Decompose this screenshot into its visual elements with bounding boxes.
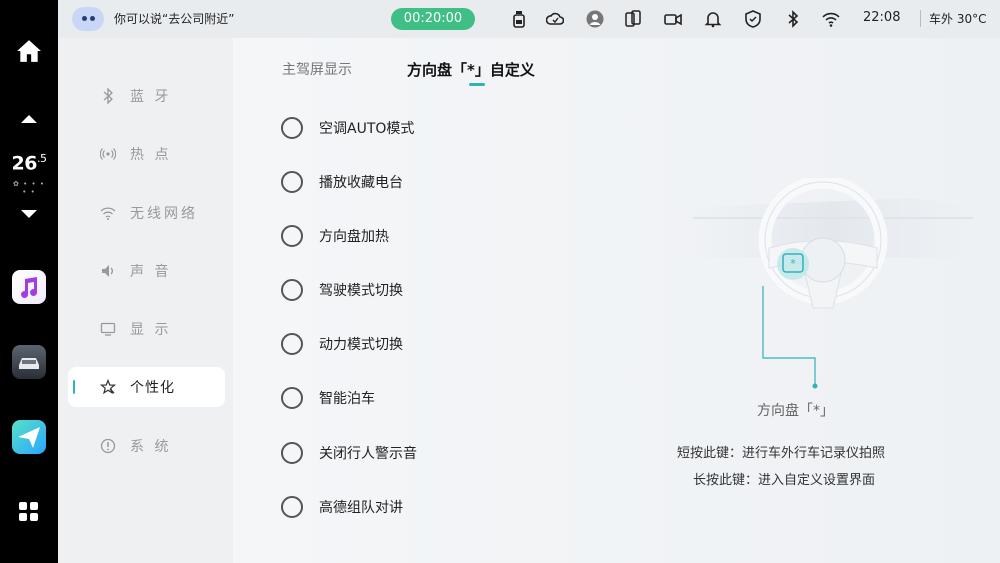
hotspot-icon <box>100 148 116 160</box>
radio-button[interactable] <box>281 496 303 518</box>
vehicle-app-icon[interactable] <box>12 345 46 379</box>
bluetooth-icon <box>103 88 113 104</box>
menu-item-wifi[interactable]: 无线网络 <box>68 193 225 233</box>
home-icon[interactable] <box>16 38 42 64</box>
steering-key-caption: 方向盘「*」 <box>757 403 834 419</box>
user-avatar-icon[interactable] <box>586 10 604 28</box>
radio-button[interactable] <box>281 225 303 247</box>
cloud-icon[interactable] <box>546 10 564 28</box>
bell-icon[interactable] <box>704 10 722 28</box>
short-press-description: 短按此键：进行车外行车记录仪拍照 <box>677 446 886 461</box>
settings-menu: 蓝 牙 热 点 无线网络 声 音 显 示 个性化 系 统 <box>58 38 233 563</box>
outside-temperature: 车外 30°C <box>920 10 986 27</box>
tab-steering-wheel-custom[interactable]: 方向盘「*」自定义 <box>407 59 535 80</box>
bluetooth-status-icon[interactable] <box>784 10 802 28</box>
bottle-icon[interactable] <box>510 10 528 28</box>
menu-item-hotspot[interactable]: 热 点 <box>68 134 225 174</box>
option-smart-parking[interactable]: 智能泊车 <box>281 386 375 410</box>
clock: 22:08 <box>863 10 901 25</box>
active-tab-indicator <box>469 83 485 86</box>
radio-button[interactable] <box>281 442 303 464</box>
menu-item-display[interactable]: 显 示 <box>68 309 225 349</box>
steering-wheel-illustration: * <box>673 178 993 309</box>
fan-level-indicator: ✿ • • • • • <box>13 180 45 196</box>
personalize-icon <box>100 379 116 395</box>
option-steering-heat[interactable]: 方向盘加热 <box>281 224 389 248</box>
app-grid-icon[interactable] <box>19 502 39 522</box>
option-play-favorite-radio[interactable]: 播放收藏电台 <box>281 170 403 194</box>
radio-button[interactable] <box>281 279 303 301</box>
voice-assistant-icon[interactable] <box>72 7 104 31</box>
speaker-icon <box>102 265 113 277</box>
option-amap-team-talk[interactable]: 高德组队对讲 <box>281 495 403 519</box>
phone-mirror-icon[interactable] <box>624 10 642 28</box>
option-power-mode-switch[interactable]: 动力模式切换 <box>281 332 403 356</box>
radio-button[interactable] <box>281 171 303 193</box>
display-icon <box>100 322 116 336</box>
status-bar: 你可以说“去公司附近” 00:20:00 22:08 车外 30°C <box>58 0 1000 38</box>
option-ac-auto[interactable]: 空调AUTO模式 <box>281 116 414 140</box>
menu-item-system[interactable]: 系 统 <box>68 426 225 466</box>
wifi-status-icon[interactable] <box>822 10 840 28</box>
temp-up-icon[interactable] <box>19 113 39 125</box>
svg-text:*: * <box>790 257 796 270</box>
long-press-description: 长按此键：进入自定义设置界面 <box>693 473 876 488</box>
temp-down-icon[interactable] <box>19 208 39 220</box>
cabin-temperature: 26.5 <box>11 152 47 175</box>
navigation-app-icon[interactable] <box>12 420 46 454</box>
main-panel: 主驾屏显示 方向盘「*」自定义 空调AUTO模式 播放收藏电台 方向盘加热 驾驶… <box>233 38 1000 563</box>
system-icon <box>100 438 116 454</box>
assistant-hint: 你可以说“去公司附近” <box>114 12 235 26</box>
menu-item-personalize[interactable]: 个性化 <box>68 367 225 407</box>
callout-line <box>762 286 818 389</box>
left-dock: 26.5 ✿ • • • • • <box>0 0 58 563</box>
timer-badge[interactable]: 00:20:00 <box>391 8 475 30</box>
wifi-icon <box>100 207 116 220</box>
radio-button[interactable] <box>281 387 303 409</box>
radio-button[interactable] <box>281 117 303 139</box>
shield-icon[interactable] <box>744 10 762 28</box>
menu-item-bluetooth[interactable]: 蓝 牙 <box>68 76 225 116</box>
option-drive-mode-switch[interactable]: 驾驶模式切换 <box>281 278 403 302</box>
tab-main-screen-display[interactable]: 主驾屏显示 <box>282 59 352 79</box>
music-app-icon[interactable] <box>12 270 46 304</box>
radio-button[interactable] <box>281 333 303 355</box>
camera-icon[interactable] <box>664 10 682 28</box>
option-pedestrian-alert-off[interactable]: 关闭行人警示音 <box>281 441 417 465</box>
menu-item-sound[interactable]: 声 音 <box>68 251 225 291</box>
